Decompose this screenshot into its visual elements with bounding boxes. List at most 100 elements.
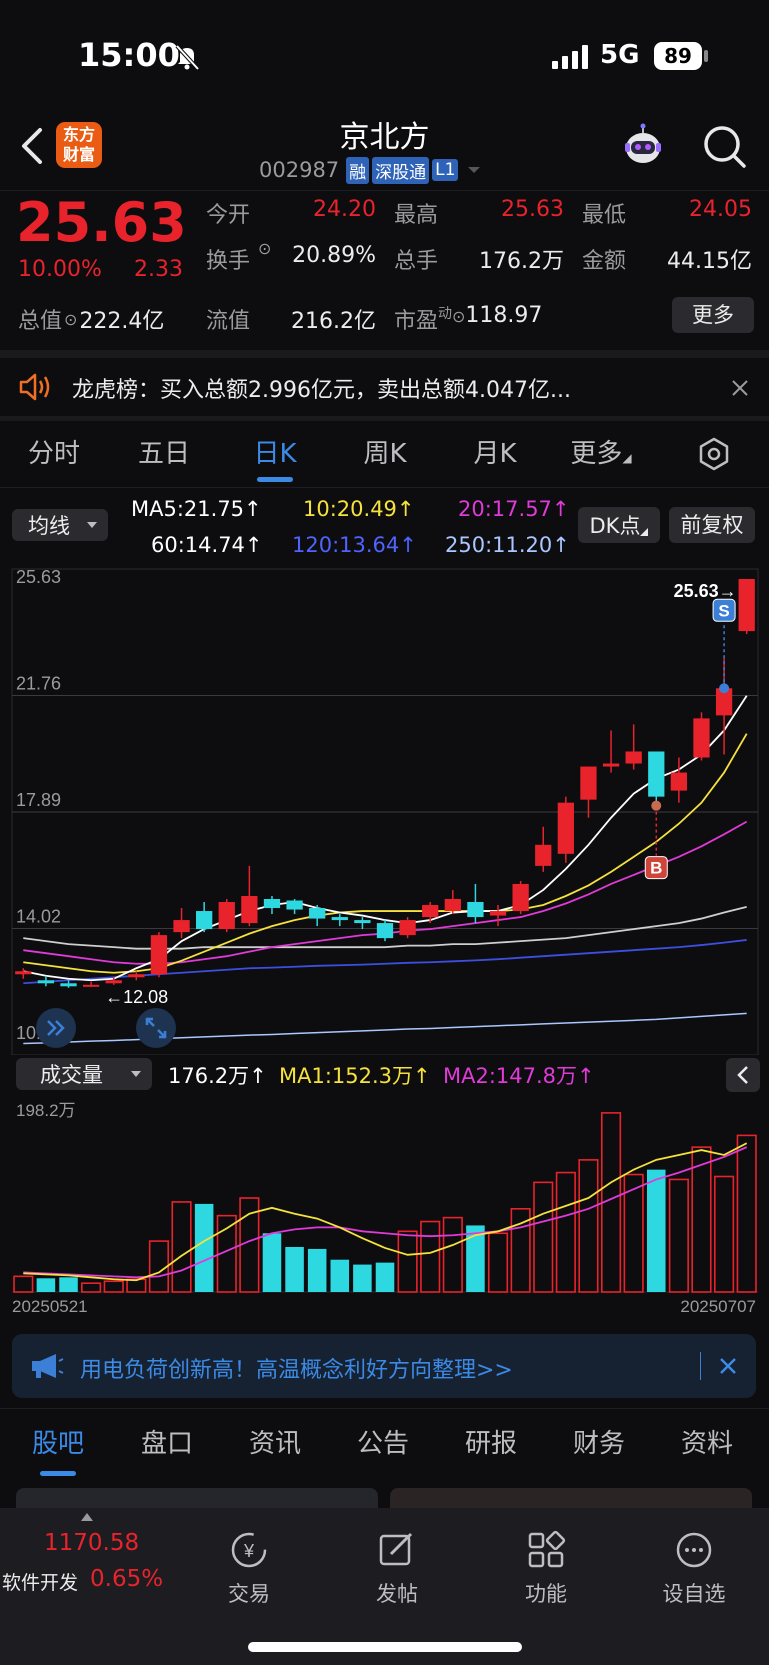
chart-tab-label: 分时 [27, 439, 80, 469]
ma10-value: 10:20.49↑ [303, 497, 415, 521]
notice-bar[interactable]: 龙虎榜：买入总额2.996亿元，卖出总额4.047亿... [0, 358, 769, 416]
ma20-line [23, 820, 748, 965]
candle [241, 865, 258, 927]
y-tick-label: 21.76 [16, 674, 61, 694]
candle [173, 908, 190, 939]
footer-nav-item[interactable]: 设自选 [644, 1530, 744, 1608]
dropdown-icon [468, 167, 481, 173]
candle [535, 826, 552, 872]
footer-nav-item[interactable]: ¥ 交易 [199, 1530, 299, 1608]
candle [218, 898, 235, 933]
candle [15, 968, 32, 979]
info-tab[interactable]: 资讯 [225, 1423, 325, 1460]
candle [376, 920, 394, 942]
ad-banner[interactable]: 用电负荷创新高！高温概念利好方向整理>> [12, 1334, 756, 1398]
badge-margin: 融 [346, 156, 370, 184]
info-tab[interactable]: 盘口 [117, 1423, 217, 1460]
candlestick-chart[interactable]: 25.6321.7617.8914.0210.1525.63→←12.08SB [0, 565, 769, 1055]
stock-code: 002987 [259, 158, 340, 182]
indicator-selector[interactable]: 均线 [12, 509, 108, 541]
candle [738, 579, 755, 635]
speaker-icon [19, 373, 50, 401]
info-tab[interactable]: 研报 [441, 1423, 541, 1460]
footer-nav-item[interactable]: 发帖 [347, 1530, 447, 1608]
active-tab-indicator [40, 1471, 76, 1476]
candle [625, 724, 642, 770]
chart-tab[interactable]: 分时 [4, 433, 104, 470]
volume-bar [285, 1246, 304, 1292]
battery-icon: 89 [654, 42, 702, 70]
status-bar: 15:00 5G 89 [0, 0, 769, 110]
candle [331, 914, 348, 927]
footer-nav-item[interactable]: 功能 [496, 1530, 596, 1608]
search-icon[interactable] [702, 124, 748, 170]
badge-connect: 深股通 [372, 156, 430, 184]
chart-tab[interactable]: 五日 [114, 433, 214, 470]
candle [354, 917, 371, 930]
candle [715, 658, 733, 755]
settings-icon[interactable] [697, 437, 731, 471]
close-icon[interactable] [730, 378, 750, 398]
footer-nav-label: 发帖 [376, 1582, 418, 1606]
yen-icon: ¥ [231, 1532, 267, 1568]
current-price: 25.63 [16, 191, 187, 254]
robot-assistant-icon[interactable] [618, 122, 668, 172]
grid-icon [528, 1530, 566, 1568]
caret-up-icon [81, 1513, 93, 1521]
volume-bar [397, 1230, 418, 1293]
info-tab-bar: 股吧 盘口 资讯 公告 研报 财务 资料 [0, 1409, 769, 1477]
stock-subtitle[interactable]: 002987 融 深股通 L1 [259, 156, 483, 184]
chart-tab[interactable]: 月K [445, 433, 545, 470]
notice-text: 龙虎榜：买入总额2.996亿元，卖出总额4.047亿... [72, 378, 571, 403]
change-amount: 2.33 [134, 257, 183, 282]
volume-bar [555, 1171, 576, 1293]
volume-bar [375, 1262, 395, 1292]
candle [467, 883, 484, 924]
float-value-label: 流值 [206, 309, 251, 334]
quote-value: 176.2万 [479, 249, 564, 274]
ma120-value: 120:13.64↑ [292, 533, 417, 557]
index-value[interactable]: 1170.58 [44, 1530, 139, 1556]
info-tab[interactable]: 公告 [333, 1423, 433, 1460]
candle [422, 902, 439, 924]
info-tab[interactable]: 股吧 [8, 1423, 108, 1460]
volume-bar [307, 1248, 327, 1292]
volume-bar [487, 1232, 509, 1293]
info-tab[interactable]: 财务 [549, 1423, 649, 1460]
close-ad-icon[interactable] [718, 1356, 738, 1376]
volume-chart[interactable]: 198.2万 20250521 20250707 [0, 1094, 769, 1318]
home-indicator [248, 1642, 522, 1652]
volume-bar [353, 1264, 372, 1292]
y-tick-label: 14.02 [16, 907, 61, 927]
volume-bar [647, 1169, 666, 1292]
chart-tab[interactable]: 更多◢ [551, 433, 651, 470]
quote-value: 25.63 [501, 197, 564, 222]
candle [82, 981, 100, 987]
quote-value: 44.15亿 [667, 249, 752, 274]
badge-level: L1 [432, 159, 459, 181]
ma5-value: MA5:21.75↑ [131, 497, 262, 521]
y-tick-label: 25.63 [16, 567, 61, 587]
side-panel-toggle[interactable] [726, 1058, 760, 1092]
chart-tab[interactable]: 日K [225, 433, 325, 470]
footer-nav-label: 交易 [228, 1582, 270, 1606]
more-button[interactable]: 更多 [672, 297, 754, 333]
chart-tab-label: 月K [473, 439, 517, 469]
chart-tab[interactable]: 周K [335, 433, 435, 470]
adjust-button[interactable]: 前复权 [669, 507, 755, 543]
svg-text:¥: ¥ [243, 1541, 255, 1561]
chart-tab-label: 周K [363, 439, 407, 469]
candle [263, 895, 281, 915]
info-tab[interactable]: 资料 [657, 1423, 757, 1460]
volume-bar [59, 1277, 78, 1292]
ma250-value: 250:11.20↑ [445, 533, 570, 557]
ma60-value: 60:14.74↑ [151, 533, 263, 557]
dk-point-button[interactable]: DK点 [578, 507, 660, 543]
candle [399, 917, 416, 939]
volume-bar [420, 1220, 441, 1293]
ad-text: 用电负荷创新高！高温概念利好方向整理>> [80, 1358, 513, 1383]
x-axis-end-label: 20250707 [680, 1297, 756, 1316]
sector-name[interactable]: 软件开发 [2, 1568, 78, 1595]
footer-nav-label: 功能 [525, 1582, 567, 1606]
volume-indicator-selector[interactable]: 成交量 [16, 1058, 152, 1090]
